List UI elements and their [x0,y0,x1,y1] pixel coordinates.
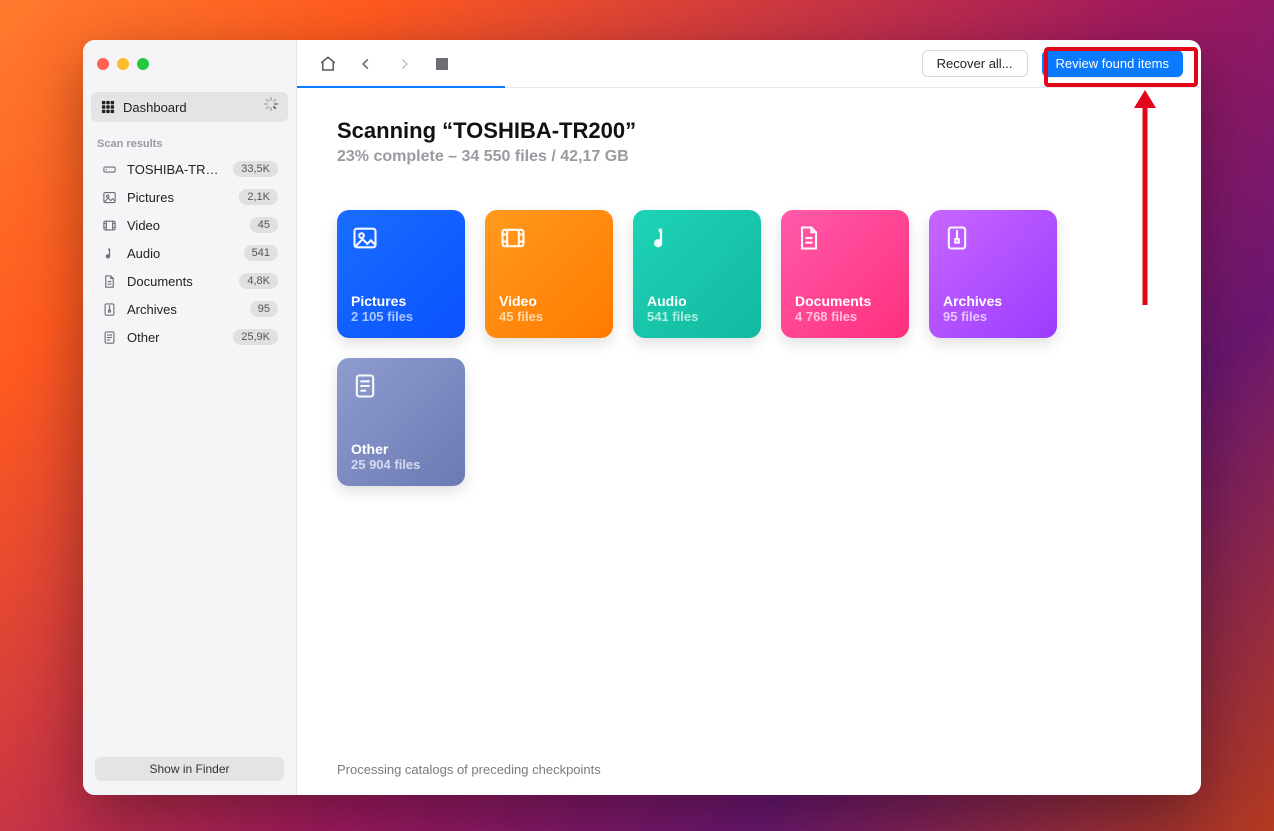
card-subtitle: 95 files [943,309,1043,324]
audio-icon [647,224,675,252]
toolbar: Recover all... Review found items [297,40,1201,88]
sidebar-item-count: 541 [244,245,278,261]
category-card-audio[interactable]: Audio541 files [633,210,761,338]
sidebar-item-toshiba-tr200[interactable]: TOSHIBA-TR200 33,5K [91,156,288,182]
sidebar-item-archives[interactable]: Archives 95 [91,296,288,322]
category-card-archives[interactable]: Archives95 files [929,210,1057,338]
sidebar-item-other[interactable]: Other 25,9K [91,324,288,350]
sidebar-dashboard[interactable]: Dashboard [91,92,288,122]
category-card-other[interactable]: Other25 904 files [337,358,465,486]
card-title: Archives [943,293,1043,309]
back-button[interactable] [349,50,383,78]
grid-icon [101,100,115,114]
sidebar-item-pictures[interactable]: Pictures 2,1K [91,184,288,210]
sidebar-item-count: 45 [250,217,278,233]
audio-icon [101,245,117,261]
other-icon [101,329,117,345]
document-icon [101,273,117,289]
card-title: Video [499,293,599,309]
content-area: Scanning “TOSHIBA-TR200” 23% complete – … [297,88,1201,746]
sidebar-item-count: 95 [250,301,278,317]
sidebar-item-count: 25,9K [233,329,278,345]
card-title: Pictures [351,293,451,309]
scan-progress-bar [297,86,505,88]
main-panel: Recover all... Review found items Scanni… [297,40,1201,795]
titlebar [83,40,296,88]
sidebar-item-video[interactable]: Video 45 [91,212,288,238]
category-card-pictures[interactable]: Pictures2 105 files [337,210,465,338]
card-title: Documents [795,293,895,309]
close-window-button[interactable] [97,58,109,70]
sidebar-item-label: Documents [127,274,229,289]
card-subtitle: 25 904 files [351,457,451,472]
video-icon [499,224,527,252]
sidebar: Dashboard Scan results TOSHIBA-TR200 33,5… [83,40,297,795]
status-bar: Processing catalogs of preceding checkpo… [297,746,1201,795]
document-icon [795,224,823,252]
card-subtitle: 4 768 files [795,309,895,324]
card-subtitle: 541 files [647,309,747,324]
zoom-window-button[interactable] [137,58,149,70]
sidebar-section-title: Scan results [83,122,296,156]
forward-button[interactable] [387,50,421,78]
drive-icon [101,161,117,177]
category-card-video[interactable]: Video45 files [485,210,613,338]
sidebar-item-label: TOSHIBA-TR200 [127,162,223,177]
scan-subtitle: 23% complete – 34 550 files / 42,17 GB [337,148,1161,166]
sidebar-item-label: Video [127,218,240,233]
video-icon [101,217,117,233]
category-card-documents[interactable]: Documents4 768 files [781,210,909,338]
sidebar-item-label: Other [127,330,223,345]
show-in-finder-button[interactable]: Show in Finder [95,757,284,781]
sidebar-item-count: 2,1K [239,189,278,205]
sidebar-item-label: Pictures [127,190,229,205]
home-button[interactable] [311,50,345,78]
recover-all-button[interactable]: Recover all... [922,50,1028,77]
card-title: Audio [647,293,747,309]
stop-scan-button[interactable] [425,50,459,78]
card-subtitle: 45 files [499,309,599,324]
picture-icon [101,189,117,205]
sidebar-item-count: 33,5K [233,161,278,177]
minimize-window-button[interactable] [117,58,129,70]
sidebar-item-count: 4,8K [239,273,278,289]
spinner-icon [264,100,278,114]
other-icon [351,372,379,400]
app-window: Dashboard Scan results TOSHIBA-TR200 33,5… [83,40,1201,795]
card-title: Other [351,441,451,457]
sidebar-dashboard-label: Dashboard [123,100,256,115]
archive-icon [943,224,971,252]
sidebar-item-label: Audio [127,246,234,261]
sidebar-item-audio[interactable]: Audio 541 [91,240,288,266]
review-found-items-button[interactable]: Review found items [1042,50,1183,77]
sidebar-item-documents[interactable]: Documents 4,8K [91,268,288,294]
archive-icon [101,301,117,317]
scan-title: Scanning “TOSHIBA-TR200” [337,118,1161,144]
sidebar-item-label: Archives [127,302,240,317]
card-subtitle: 2 105 files [351,309,451,324]
picture-icon [351,224,379,252]
